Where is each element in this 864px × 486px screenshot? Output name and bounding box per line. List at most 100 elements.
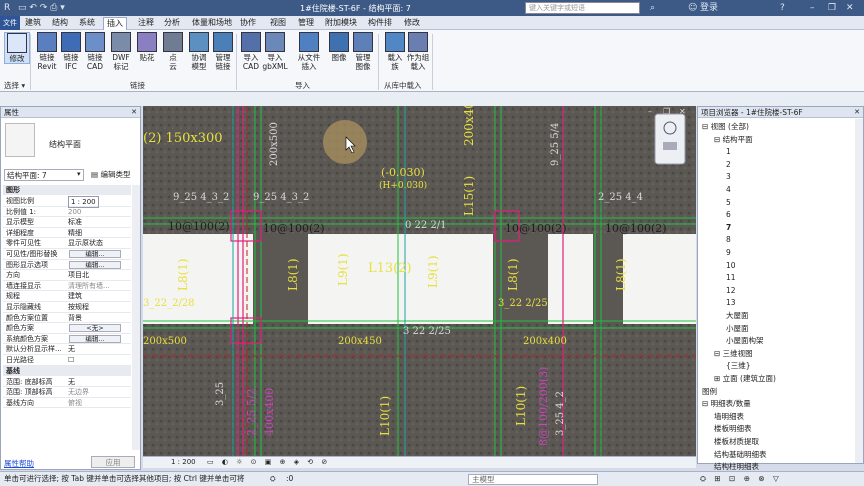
- tab-3[interactable]: 插入: [103, 17, 127, 30]
- edit-type-button[interactable]: ▤ 编辑类型: [91, 169, 130, 181]
- close-icon[interactable]: ✕: [854, 108, 860, 116]
- selection-filter-icons[interactable]: ⛭ ⊞ ⊡ ⊕ ⊗ ▽: [700, 472, 782, 486]
- property-row[interactable]: 规程 建筑: [3, 291, 131, 302]
- edit-button[interactable]: <无>: [69, 324, 121, 333]
- tab-7[interactable]: 协作: [237, 17, 259, 30]
- property-row[interactable]: 视图比例 1 : 200: [3, 196, 131, 208]
- tree-item[interactable]: 8: [726, 235, 731, 245]
- collapse-icon[interactable]: ⊟: [702, 399, 711, 408]
- property-row[interactable]: 显示隐藏线 按规程: [3, 302, 131, 313]
- property-row[interactable]: 颜色方案 <无>: [3, 323, 131, 334]
- tab-1[interactable]: 结构: [49, 17, 71, 30]
- ribbon-button-10[interactable]: 导入 gbXML: [262, 32, 288, 71]
- tab-8[interactable]: 视图: [267, 17, 289, 30]
- chevron-down-icon[interactable]: ▾: [77, 170, 81, 178]
- worksets-icon[interactable]: ⛭: [270, 472, 276, 486]
- close-icon[interactable]: ✕: [131, 108, 137, 116]
- category-graphics[interactable]: 图形: [3, 185, 131, 195]
- tree-item[interactable]: 大屋面: [726, 311, 749, 321]
- property-row[interactable]: 墙连接显示 清理所有墙...: [3, 281, 131, 292]
- ribbon-button-1[interactable]: 链接 Revit: [34, 32, 60, 71]
- property-row[interactable]: 比例值 1: 200: [3, 207, 131, 218]
- close-button[interactable]: ✕: [846, 3, 854, 13]
- property-row[interactable]: 可见性/图形替换 编辑...: [3, 249, 131, 260]
- tree-item[interactable]: 小屋面: [726, 324, 749, 334]
- property-row[interactable]: 默认分析显示样... 无: [3, 344, 131, 355]
- tab-2[interactable]: 系统: [76, 17, 98, 30]
- tab-file[interactable]: 文件: [0, 16, 20, 30]
- property-row[interactable]: 日光路径 ☐: [3, 355, 131, 366]
- tab-12[interactable]: 修改: [401, 17, 423, 30]
- property-row[interactable]: 颜色方案位置 背景: [3, 313, 131, 324]
- tree-item[interactable]: 图例: [702, 387, 717, 397]
- tree-item[interactable]: 4: [726, 185, 731, 195]
- ribbon-button-8[interactable]: 管理 链接: [210, 32, 236, 71]
- ribbon-button-3[interactable]: 链接 CAD: [82, 32, 108, 71]
- collapse-icon[interactable]: ⊟: [702, 122, 711, 131]
- checkbox[interactable]: ☐: [68, 355, 74, 365]
- ribbon-button-0[interactable]: 修改: [4, 32, 30, 64]
- design-option-selector[interactable]: 主模型: [468, 474, 598, 485]
- ribbon-button-12[interactable]: 图像: [326, 32, 352, 62]
- tab-6[interactable]: 体量和场地: [189, 17, 235, 30]
- quick-access-toolbar-icon[interactable]: ▭ ↶ ↷ ⎙ ▾: [18, 3, 65, 13]
- apply-button[interactable]: 应用: [91, 456, 135, 468]
- scrollbar[interactable]: [132, 185, 140, 450]
- tree-item[interactable]: 12: [726, 286, 736, 296]
- tree-item[interactable]: 13: [726, 298, 736, 308]
- tab-4[interactable]: 注释: [135, 17, 157, 30]
- edit-button[interactable]: 编辑...: [69, 260, 121, 269]
- tree-item[interactable]: 6: [726, 210, 731, 220]
- tab-9[interactable]: 管理: [295, 17, 317, 30]
- property-row[interactable]: 详细程度 精细: [3, 228, 131, 239]
- ribbon-button-15[interactable]: 作为组 载入: [405, 32, 431, 71]
- ribbon-button-4[interactable]: DWF 标记: [108, 32, 134, 71]
- category-extents[interactable]: 基线: [3, 365, 131, 376]
- user-icon[interactable]: ☺: [688, 3, 697, 13]
- tree-item[interactable]: 1: [726, 147, 731, 157]
- tree-item[interactable]: 9: [726, 248, 731, 258]
- group-select-label[interactable]: 选择 ▾: [4, 80, 25, 91]
- ribbon-button-5[interactable]: 贴花: [134, 32, 160, 62]
- ribbon-button-9[interactable]: 导入 CAD: [238, 32, 264, 71]
- view-control-icons[interactable]: ▭ ◐ ☼ ⊙ ▣ ⊕ ◈ ⟲ ⊘: [207, 457, 330, 468]
- tab-11[interactable]: 构件排: [365, 17, 395, 30]
- tree-item[interactable]: 10: [726, 261, 736, 271]
- drawing-canvas[interactable]: (2) 150x300 (-0.030) (H+0.030) L13(2) 20…: [143, 106, 696, 456]
- edit-button[interactable]: 编辑...: [69, 250, 121, 258]
- tree-item[interactable]: 楼板明细表: [714, 424, 752, 434]
- tree-item[interactable]: 3: [726, 172, 731, 182]
- tree-item[interactable]: {三维}: [726, 361, 751, 371]
- search-input[interactable]: 键入关键字或短语: [525, 2, 640, 14]
- expand-icon[interactable]: ⊞: [714, 374, 723, 383]
- property-row[interactable]: 零件可见性 显示原状态: [3, 238, 131, 249]
- search-icon[interactable]: ⌕: [650, 3, 655, 13]
- sign-in-link[interactable]: 登录: [700, 3, 718, 13]
- tab-0[interactable]: 建筑: [22, 17, 44, 30]
- tree-item[interactable]: ⊟ 三维视图: [714, 349, 753, 359]
- property-row[interactable]: 范围: 顶部标高 无边界: [3, 387, 131, 398]
- help-icon[interactable]: ?: [780, 3, 785, 13]
- tree-item[interactable]: 墙明细表: [714, 412, 744, 422]
- ribbon-button-11[interactable]: 从文件 插入: [296, 32, 322, 71]
- ribbon-button-2[interactable]: 链接 IFC: [58, 32, 84, 71]
- edit-button[interactable]: 编辑...: [69, 334, 121, 343]
- collapse-icon[interactable]: ⊟: [714, 349, 723, 358]
- collapse-icon[interactable]: ⊟: [714, 135, 723, 144]
- ribbon-button-6[interactable]: 点云: [160, 32, 186, 71]
- property-row[interactable]: 图形显示选项 编辑...: [3, 260, 131, 271]
- close-icon[interactable]: ✕: [679, 107, 686, 116]
- tree-item[interactable]: 小屋面构架: [726, 336, 764, 346]
- ribbon-button-13[interactable]: 管理 图像: [350, 32, 376, 71]
- tree-item[interactable]: 结构基础明细表: [714, 450, 767, 460]
- tree-item[interactable]: 楼板材质提取: [714, 437, 759, 447]
- property-row[interactable]: 方向 项目北: [3, 270, 131, 281]
- view-type-selector[interactable]: 结构平面: 7: [4, 169, 84, 181]
- zoom-icon[interactable]: [663, 142, 677, 150]
- tree-item[interactable]: ⊟ 明细表/数量: [702, 399, 751, 409]
- minimize-icon[interactable]: –: [648, 107, 652, 116]
- tree-item[interactable]: 2: [726, 160, 731, 170]
- revit-app-icon[interactable]: R: [4, 3, 10, 13]
- minimize-button[interactable]: –: [810, 3, 815, 13]
- tree-item[interactable]: 5: [726, 198, 731, 208]
